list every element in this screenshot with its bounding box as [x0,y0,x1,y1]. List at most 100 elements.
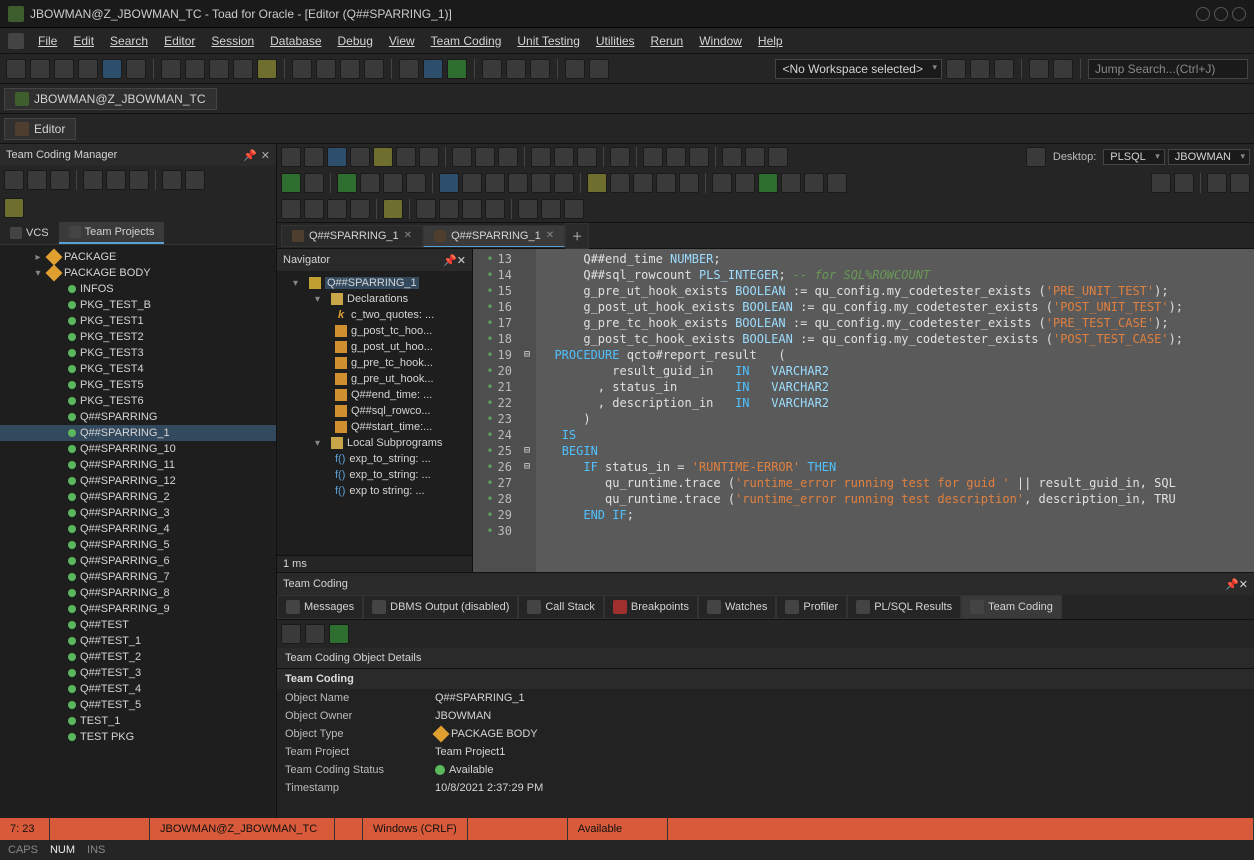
toolbar-button[interactable] [78,59,98,79]
fold-gutter[interactable] [518,249,536,572]
toolbar-button[interactable] [327,199,347,219]
toolbar-button[interactable] [6,59,26,79]
toolbar-button[interactable] [758,173,778,193]
toolbar-button[interactable] [233,59,253,79]
close-icon[interactable]: ✕ [457,254,466,267]
toolbar-button[interactable] [994,59,1014,79]
toolbar-button[interactable] [666,147,686,167]
toolbar-button[interactable] [462,173,482,193]
toolbar-button[interactable] [564,199,584,219]
tab-dbms-output[interactable]: DBMS Output (disabled) [363,595,518,619]
tab-call-stack[interactable]: Call Stack [518,595,604,619]
tab-plsql-results[interactable]: PL/SQL Results [847,595,961,619]
menu-session[interactable]: Session [205,32,260,50]
toolbar-button[interactable] [373,147,393,167]
menu-unit-testing[interactable]: Unit Testing [511,32,585,50]
toolbar-button[interactable] [768,147,788,167]
toolbar-button[interactable] [185,59,205,79]
toolbar-button[interactable] [4,170,24,190]
editor-tab[interactable]: Editor [4,118,76,140]
desktop-dropdown[interactable]: PLSQL [1103,149,1164,165]
toolbar-button[interactable] [106,170,126,190]
toolbar-button[interactable] [364,59,384,79]
toolbar-button[interactable] [292,59,312,79]
tab-team-projects[interactable]: Team Projects [59,222,165,244]
toolbar-button[interactable] [541,199,561,219]
toolbar-button[interactable] [587,173,607,193]
menu-file[interactable]: File [32,32,63,50]
file-tab-active[interactable]: Q##SPARRING_1✕ [423,225,565,247]
toolbar-button[interactable] [565,59,585,79]
toolbar-button[interactable] [1174,173,1194,193]
tree-item[interactable]: PKG_TEST6 [0,393,276,409]
toolbar-button[interactable] [50,170,70,190]
nav-item[interactable]: kc_two_quotes: ... [277,307,472,323]
toolbar-button[interactable] [633,173,653,193]
menu-window[interactable]: Window [693,32,748,50]
toolbar-button[interactable] [452,147,472,167]
nav-item[interactable]: Q##start_time:... [277,419,472,435]
toolbar-button[interactable] [827,173,847,193]
menu-database[interactable]: Database [264,32,327,50]
tree-item[interactable]: ▾PACKAGE BODY [0,265,276,281]
toolbar-button[interactable] [485,173,505,193]
workspace-dropdown[interactable]: <No Workspace selected> [775,59,942,79]
toolbar-button[interactable] [281,199,301,219]
toolbar-button[interactable] [689,147,709,167]
toolbar-button[interactable] [439,199,459,219]
tree-item[interactable]: Q##TEST_2 [0,649,276,665]
toolbar-button[interactable] [475,147,495,167]
tree-item[interactable]: Q##TEST_4 [0,681,276,697]
toolbar-button[interactable] [399,59,419,79]
close-tab-icon[interactable]: ✕ [546,230,554,241]
tab-watches[interactable]: Watches [698,595,776,619]
tab-breakpoints[interactable]: Breakpoints [604,595,698,619]
toolbar-button[interactable] [1151,173,1171,193]
toolbar-button[interactable] [304,199,324,219]
refresh-icon[interactable] [329,624,349,644]
tree-item[interactable]: Q##TEST_3 [0,665,276,681]
tree-item[interactable]: Q##SPARRING_2 [0,489,276,505]
toolbar-button[interactable] [126,59,146,79]
menu-rerun[interactable]: Rerun [645,32,690,50]
toolbar-button[interactable] [970,59,990,79]
nav-item[interactable]: ▾Q##SPARRING_1 [277,275,472,291]
toolbar-button[interactable] [1029,59,1049,79]
tree-item[interactable]: INFOS [0,281,276,297]
toolbar-button[interactable] [485,199,505,219]
toolbar-button[interactable] [350,147,370,167]
tree-item[interactable]: Q##SPARRING_1 [0,425,276,441]
nav-item[interactable]: ▾Declarations [277,291,472,307]
toolbar-button[interactable] [54,59,74,79]
toolbar-button[interactable] [712,173,732,193]
menu-view[interactable]: View [383,32,421,50]
tab-messages[interactable]: Messages [277,595,363,619]
maximize-button[interactable] [1214,7,1228,21]
navigator-tree[interactable]: ▾Q##SPARRING_1▾Declarationskc_two_quotes… [277,271,472,555]
tab-profiler[interactable]: Profiler [776,595,847,619]
toolbar-button[interactable] [383,199,403,219]
toolbar-button[interactable] [506,59,526,79]
toolbar-button[interactable] [316,59,336,79]
pin-icon[interactable]: 📌 [243,149,257,162]
nav-item[interactable]: Q##sql_rowco... [277,403,472,419]
tree-item[interactable]: Q##SPARRING_10 [0,441,276,457]
toolbar-button[interactable] [804,173,824,193]
toolbar-button[interactable] [745,147,765,167]
tree-item[interactable]: Q##SPARRING_6 [0,553,276,569]
nav-item[interactable]: g_post_tc_hoo... [277,323,472,339]
toolbar-button[interactable] [735,173,755,193]
toolbar-button[interactable] [1026,147,1046,167]
toolbar-button[interactable] [281,624,301,644]
toolbar-button[interactable] [462,199,482,219]
tree-item[interactable]: PKG_TEST1 [0,313,276,329]
tree-item[interactable]: PKG_TEST4 [0,361,276,377]
close-button[interactable] [1232,7,1246,21]
nav-item[interactable]: f()exp to string: ... [277,483,472,499]
app-menu-icon[interactable] [8,33,24,49]
toolbar-button[interactable] [554,173,574,193]
toolbar-button[interactable] [610,173,630,193]
toolbar-button[interactable] [1230,173,1250,193]
run-icon[interactable] [337,173,357,193]
nav-item[interactable]: f()exp_to_string: ... [277,451,472,467]
